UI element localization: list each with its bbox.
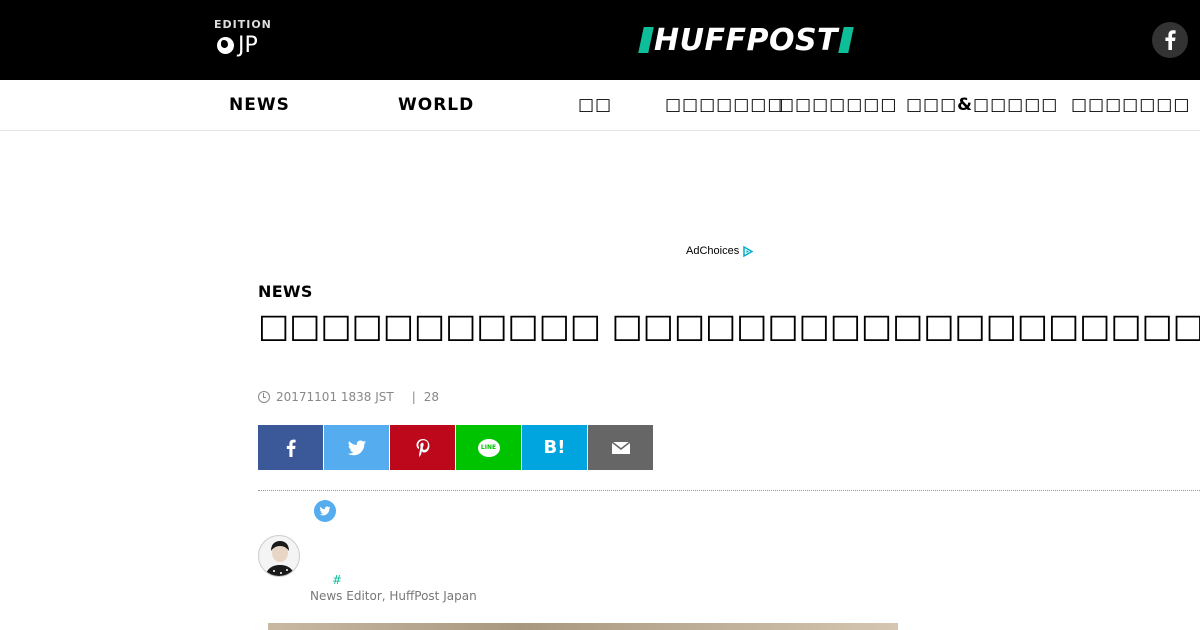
nav-item-4[interactable]: □□□□□□□ — [665, 95, 784, 115]
author-avatar[interactable] — [258, 535, 300, 577]
nav-item-7[interactable]: □□□□□□□ — [1071, 95, 1190, 115]
share-twitter-button[interactable] — [324, 425, 389, 470]
share-facebook-button[interactable] — [258, 425, 323, 470]
clock-icon — [258, 391, 270, 403]
line-icon-label: LINE — [480, 444, 497, 451]
adchoices-icon — [743, 245, 754, 257]
nav-item-6[interactable]: □□□&□□□□□ — [906, 95, 1058, 115]
article-headline: □□□□□□□□□□□ □□□□□□□□□□□□□□□□□□□ — [258, 306, 1200, 345]
edition-label: EDITION — [214, 18, 272, 31]
article-timestamp: 20171101 1838 JST — [276, 390, 394, 404]
facebook-icon — [1165, 30, 1176, 50]
nav-item-world[interactable]: WORLD — [398, 95, 474, 115]
twitter-icon — [347, 440, 366, 455]
logo-text: HUFFPOST — [654, 22, 839, 58]
edition-value: JP — [238, 33, 258, 58]
facebook-header-button[interactable] — [1152, 22, 1188, 58]
adchoices-link[interactable]: AdChoices — [686, 245, 754, 257]
share-line-button[interactable]: LINE — [456, 425, 521, 470]
mail-icon — [611, 440, 630, 454]
main-nav: NEWS WORLD □□ □□□□□□□ □□□□□□□ □□□&□□□□□ … — [0, 80, 1200, 131]
author-hashtag[interactable]: # — [332, 573, 342, 587]
nav-item-news[interactable]: NEWS — [229, 95, 290, 115]
article-meta: 20171101 1838 JST | 28 — [258, 390, 439, 404]
line-icon: LINE — [477, 438, 500, 457]
share-pinterest-button[interactable] — [390, 425, 455, 470]
twitter-icon — [319, 506, 331, 516]
article-count: 28 — [423, 390, 440, 404]
share-email-button[interactable] — [588, 425, 653, 470]
meta-separator: | — [411, 390, 416, 404]
share-hatena-button[interactable]: B! — [522, 425, 587, 470]
edition-selector[interactable]: EDITION JP — [214, 18, 272, 58]
hero-image — [268, 623, 898, 630]
author-role: News Editor, HuffPost Japan — [310, 589, 477, 603]
pinterest-icon — [416, 438, 429, 457]
author-portrait — [265, 541, 295, 576]
globe-icon — [217, 37, 234, 54]
facebook-icon — [286, 439, 296, 457]
section-label[interactable]: NEWS — [258, 282, 313, 301]
top-bar: EDITION JP HUFFPOST — [0, 0, 1200, 80]
author-twitter-button[interactable] — [314, 500, 336, 522]
adchoices-label: AdChoices — [686, 245, 740, 257]
article-divider — [258, 490, 1200, 491]
nav-item-3[interactable]: □□ — [578, 95, 612, 115]
nav-item-5[interactable]: □□□□□□□ — [778, 95, 897, 115]
huffpost-logo[interactable]: HUFFPOST — [638, 22, 854, 58]
hatena-bookmark-icon: B! — [543, 437, 566, 458]
share-bar: LINE B! — [258, 425, 654, 470]
